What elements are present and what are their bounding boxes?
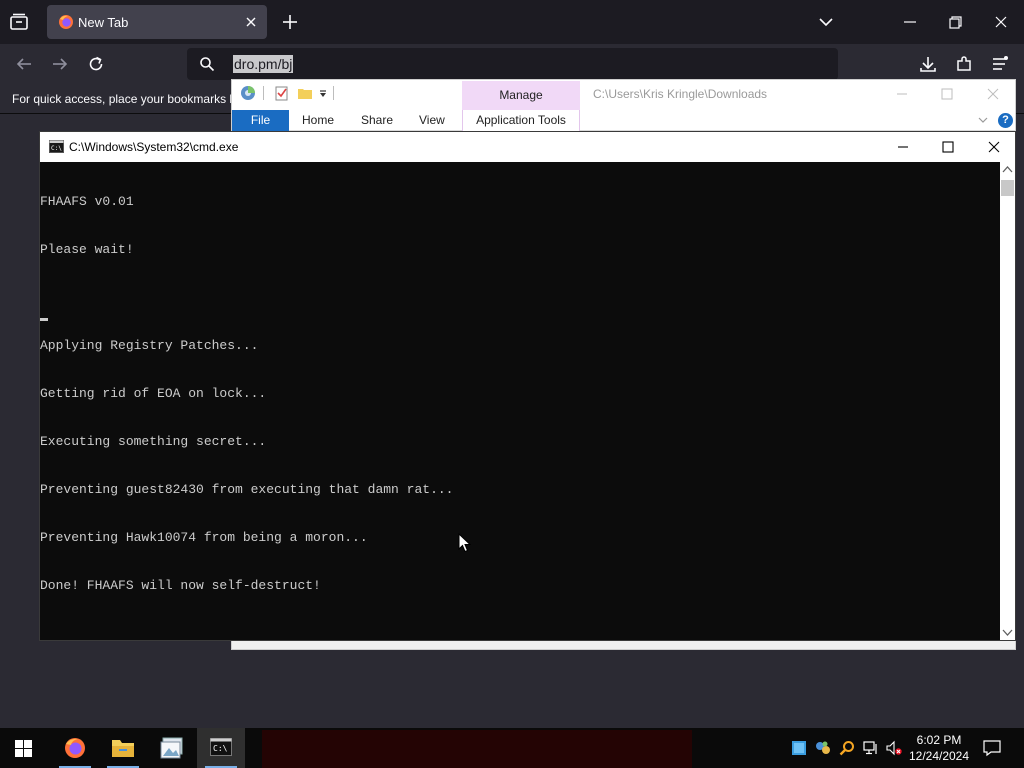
start-icon xyxy=(15,740,32,757)
firefox-nav-bar: dro.pm/bj xyxy=(0,44,1024,84)
customize-toolbar-icon[interactable] xyxy=(318,89,328,99)
scrollbar-thumb[interactable] xyxy=(1001,180,1014,196)
firefox-tab-bar: New Tab xyxy=(0,0,1024,44)
start-button[interactable] xyxy=(0,728,48,768)
cmd-title-bar[interactable]: C:\ C:\Windows\System32\cmd.exe xyxy=(40,132,1015,162)
back-icon[interactable] xyxy=(14,54,34,74)
file-explorer-icon xyxy=(112,740,134,757)
firefox-icon xyxy=(65,738,85,758)
console-line: Executing something secret... xyxy=(40,434,267,449)
clock-date: 12/24/2024 xyxy=(908,749,970,763)
extensions-icon[interactable] xyxy=(954,54,974,74)
tab-title: New Tab xyxy=(78,15,129,30)
taskbar-clock[interactable]: 6:02 PM 12/24/2024 xyxy=(906,732,972,764)
minimize-icon[interactable] xyxy=(900,12,920,32)
tab-share[interactable]: Share xyxy=(361,110,393,131)
scroll-down-icon[interactable] xyxy=(1002,627,1013,637)
console-output[interactable]: FHAAFS v0.01 Please wait! Applying Regis… xyxy=(40,162,1000,640)
tabs-list-icon[interactable] xyxy=(8,11,30,33)
console-line: Done! FHAAFS will now self-destruct! xyxy=(40,578,321,593)
new-folder-icon[interactable] xyxy=(297,85,313,101)
hamburger-menu-icon[interactable] xyxy=(990,54,1010,74)
taskbar-cmd[interactable]: C:\ xyxy=(197,728,245,768)
close-icon[interactable] xyxy=(985,86,1001,102)
cmd-icon: C:\ xyxy=(210,738,232,756)
minimize-icon[interactable] xyxy=(894,86,910,102)
taskbar-background-artwork xyxy=(262,730,692,768)
disc-icon[interactable] xyxy=(240,85,256,101)
restore-icon[interactable] xyxy=(945,12,965,32)
console-line: Preventing Hawk10074 from being a moron.… xyxy=(40,530,368,545)
maximize-icon[interactable] xyxy=(939,86,955,102)
notification-icon[interactable] xyxy=(983,739,1001,757)
vertical-scrollbar[interactable] xyxy=(1000,162,1015,640)
cmd-window[interactable]: C:\ C:\Windows\System32\cmd.exe FHAAFS v… xyxy=(39,131,1016,641)
close-icon[interactable] xyxy=(243,14,259,30)
chevron-down-icon[interactable] xyxy=(816,12,836,32)
url-text-selected[interactable]: dro.pm/bj xyxy=(233,55,294,73)
url-bar[interactable]: dro.pm/bj xyxy=(187,48,838,80)
mouse-pointer-icon xyxy=(458,533,472,553)
cmd-window-title: C:\Windows\System32\cmd.exe xyxy=(69,140,239,154)
text-cursor xyxy=(40,318,48,321)
plus-icon[interactable] xyxy=(280,12,300,32)
taskbar: C:\ 6:02 PM 12/24/2024 xyxy=(0,728,1024,768)
scroll-up-icon[interactable] xyxy=(1002,165,1013,175)
console-line: Preventing guest82430 from executing tha… xyxy=(40,482,454,497)
svg-text:C:\: C:\ xyxy=(51,145,62,152)
clock-time: 6:02 PM xyxy=(916,733,962,747)
console-line: Getting rid of EOA on lock... xyxy=(40,386,267,401)
console-line: Applying Registry Patches... xyxy=(40,338,259,353)
app-tray-icon[interactable] xyxy=(791,740,807,756)
download-icon[interactable] xyxy=(918,54,938,74)
search-tray-icon[interactable] xyxy=(839,740,855,756)
network-share-icon[interactable] xyxy=(815,740,831,756)
svg-text:C:\: C:\ xyxy=(213,744,228,753)
forward-icon[interactable] xyxy=(50,54,70,74)
volume-muted-icon[interactable] xyxy=(886,740,902,756)
console-line: FHAAFS v0.01 xyxy=(40,194,134,209)
tab-view[interactable]: View xyxy=(419,110,445,131)
close-icon[interactable] xyxy=(991,12,1011,32)
explorer-ribbon-tabs: File Home Share View Application Tools ? xyxy=(232,110,1015,131)
firefox-icon xyxy=(59,15,73,29)
cmd-icon: C:\ xyxy=(49,140,64,153)
tab-application-tools[interactable]: Application Tools xyxy=(462,110,580,131)
console-line: Please wait! xyxy=(40,242,134,257)
photo-app-icon xyxy=(160,737,183,759)
taskbar-photo-app[interactable] xyxy=(148,728,196,768)
maximize-icon[interactable] xyxy=(940,139,956,155)
minimize-icon[interactable] xyxy=(895,139,911,155)
tab-home[interactable]: Home xyxy=(302,110,334,131)
explorer-path: C:\Users\Kris Kringle\Downloads xyxy=(593,87,768,101)
chevron-down-icon[interactable] xyxy=(977,114,989,126)
explorer-title-bar[interactable]: Manage C:\Users\Kris Kringle\Downloads xyxy=(232,80,1015,110)
tab-file[interactable]: File xyxy=(232,110,289,131)
network-icon[interactable] xyxy=(863,740,879,756)
search-icon xyxy=(200,57,215,72)
properties-icon[interactable] xyxy=(274,85,290,101)
manage-context-tab[interactable]: Manage xyxy=(462,81,580,110)
tab-new-tab[interactable]: New Tab xyxy=(47,5,267,39)
taskbar-file-explorer[interactable] xyxy=(99,728,147,768)
bookmarks-hint: For quick access, place your bookmarks h xyxy=(12,92,237,106)
close-icon[interactable] xyxy=(986,139,1002,155)
reload-icon[interactable] xyxy=(86,54,106,74)
help-icon[interactable]: ? xyxy=(998,113,1013,128)
taskbar-firefox[interactable] xyxy=(51,728,99,768)
